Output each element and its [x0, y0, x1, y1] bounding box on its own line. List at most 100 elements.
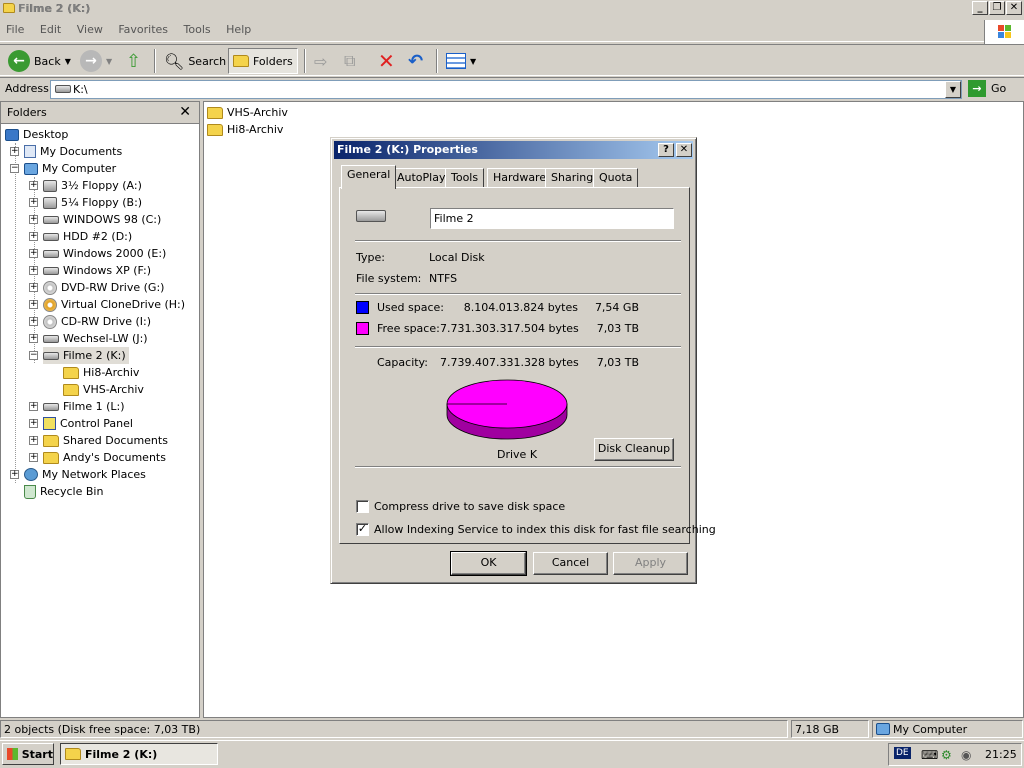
volume-icon[interactable]: ◉	[961, 748, 971, 762]
tree-item-my-computer[interactable]: My Computer	[24, 160, 116, 177]
tree-item-hi8-archiv[interactable]: Hi8-Archiv	[63, 364, 139, 381]
tree-item-my-documents[interactable]: My Documents	[24, 143, 122, 160]
maximize-button[interactable]: ❐	[989, 1, 1005, 15]
start-button[interactable]: Start	[2, 743, 54, 765]
expand-icon[interactable]: +	[29, 402, 38, 411]
taskbar-item-filme2[interactable]: Filme 2 (K:)	[60, 743, 218, 765]
expand-icon[interactable]: +	[10, 470, 19, 479]
expand-icon[interactable]: +	[29, 283, 38, 292]
menu-file[interactable]: File	[0, 20, 30, 36]
tab-sharing[interactable]: Sharing	[545, 168, 600, 188]
language-indicator[interactable]: DE	[894, 747, 911, 759]
cancel-button[interactable]: Cancel	[533, 552, 608, 575]
search-button[interactable]: 🔍︎ Search	[160, 48, 230, 74]
tree-item-drive-h[interactable]: Virtual CloneDrive (H:)	[43, 296, 185, 313]
menu-edit[interactable]: Edit	[34, 20, 67, 36]
expand-icon[interactable]: +	[29, 419, 38, 428]
address-dropdown-button[interactable]: ▼	[945, 81, 961, 98]
folders-pane-title: Folders	[7, 106, 47, 119]
tree-item-floppy-b[interactable]: 5¼ Floppy (B:)	[43, 194, 142, 211]
expand-icon[interactable]: +	[29, 215, 38, 224]
tree-item-desktop[interactable]: Desktop	[5, 126, 68, 143]
menu-favorites[interactable]: Favorites	[112, 20, 174, 36]
expand-icon[interactable]: +	[10, 147, 19, 156]
address-input[interactable]: K:\ ▼	[50, 80, 962, 99]
network-tray-icon[interactable]: ⚙	[941, 748, 952, 762]
tab-hardware[interactable]: Hardware	[487, 168, 553, 188]
divider	[355, 466, 681, 468]
close-pane-icon[interactable]: ✕	[179, 104, 191, 120]
apply-button[interactable]: Apply	[613, 552, 688, 575]
tree-item-drive-e[interactable]: Windows 2000 (E:)	[43, 245, 166, 262]
tab-autoplay[interactable]: AutoPlay	[391, 168, 452, 188]
tree-item-andys-documents[interactable]: Andy's Documents	[43, 449, 166, 466]
tab-tools[interactable]: Tools	[445, 168, 485, 188]
drive-name-input[interactable]	[430, 208, 674, 229]
expand-icon[interactable]: +	[29, 436, 38, 445]
expand-icon[interactable]: +	[29, 453, 38, 462]
tree-item-drive-l[interactable]: Filme 1 (L:)	[43, 398, 125, 415]
tree-item-drive-c[interactable]: WINDOWS 98 (C:)	[43, 211, 161, 228]
tree-label: Recycle Bin	[40, 485, 104, 498]
tree-item-floppy-a[interactable]: 3½ Floppy (A:)	[43, 177, 142, 194]
chevron-down-icon: ▼	[106, 56, 113, 66]
expand-icon[interactable]: +	[29, 334, 38, 343]
go-button[interactable]: → Go	[968, 80, 1006, 97]
copy-to-button[interactable]: ⧉	[340, 48, 359, 74]
folder-icon	[43, 451, 59, 464]
file-label: Hi8-Archiv	[227, 123, 284, 136]
expand-icon[interactable]: +	[29, 181, 38, 190]
tree-item-drive-i[interactable]: CD-RW Drive (I:)	[43, 313, 151, 330]
folders-button[interactable]: Folders	[228, 48, 298, 74]
tree-item-drive-j[interactable]: Wechsel-LW (J:)	[43, 330, 148, 347]
capacity-label: Capacity:	[377, 356, 428, 369]
tree-item-control-panel[interactable]: Control Panel	[43, 415, 133, 432]
menu-view[interactable]: View	[71, 20, 109, 36]
file-item-hi8-archiv[interactable]: Hi8-Archiv	[207, 121, 283, 138]
menu-tools[interactable]: Tools	[178, 20, 217, 36]
tree-item-vhs-archiv[interactable]: VHS-Archiv	[63, 381, 144, 398]
clock[interactable]: 21:25	[985, 748, 1017, 761]
tab-general[interactable]: General	[341, 165, 397, 189]
drive-icon	[356, 210, 386, 222]
help-button[interactable]: ?	[658, 143, 674, 157]
expand-icon[interactable]: +	[29, 266, 38, 275]
tree-item-drive-d[interactable]: HDD #2 (D:)	[43, 228, 132, 245]
tree-item-recycle-bin[interactable]: Recycle Bin	[24, 483, 103, 500]
file-item-vhs-archiv[interactable]: VHS-Archiv	[207, 104, 288, 121]
free-space-size: 7,03 TB	[596, 322, 639, 335]
my-computer-icon	[876, 723, 890, 735]
general-tab-panel: Type: Local Disk File system: NTFS Used …	[339, 187, 716, 544]
menu-help[interactable]: Help	[220, 20, 257, 36]
delete-button[interactable]: ✕	[374, 48, 399, 74]
tree-item-drive-g[interactable]: DVD-RW Drive (G:)	[43, 279, 164, 296]
views-button[interactable]: ▼	[442, 48, 480, 74]
up-button[interactable]: ⇧	[122, 48, 145, 74]
tree-item-my-network-places[interactable]: My Network Places	[24, 466, 146, 483]
expand-icon[interactable]: +	[29, 198, 38, 207]
indexing-checkbox[interactable]: ✓	[356, 523, 369, 536]
back-button[interactable]: ← Back ▼	[4, 48, 75, 74]
expand-icon[interactable]: +	[29, 317, 38, 326]
tree-item-drive-f[interactable]: Windows XP (F:)	[43, 262, 151, 279]
keyboard-icon[interactable]: ⌨	[921, 748, 938, 762]
close-button[interactable]: ✕	[1006, 1, 1022, 15]
dialog-close-button[interactable]: ✕	[676, 143, 692, 157]
tree-item-shared-documents[interactable]: Shared Documents	[43, 432, 168, 449]
undo-button[interactable]: ↶	[404, 48, 427, 74]
forward-button[interactable]: → ▼	[76, 48, 116, 74]
minimize-button[interactable]: _	[972, 1, 988, 15]
compress-checkbox[interactable]	[356, 500, 369, 513]
ok-button[interactable]: OK	[450, 551, 527, 576]
folder-tree: Desktop + My Documents − My Computer + 3…	[1, 125, 199, 717]
expand-icon[interactable]: +	[29, 232, 38, 241]
folders-label: Folders	[253, 54, 293, 68]
collapse-icon[interactable]: −	[29, 351, 38, 360]
tree-item-drive-k[interactable]: Filme 2 (K:)	[43, 347, 129, 364]
collapse-icon[interactable]: −	[10, 164, 19, 173]
disk-cleanup-button[interactable]: Disk Cleanup	[594, 438, 674, 461]
expand-icon[interactable]: +	[29, 300, 38, 309]
tab-quota[interactable]: Quota	[593, 168, 639, 188]
expand-icon[interactable]: +	[29, 249, 38, 258]
move-to-button[interactable]: ⇨	[310, 48, 331, 74]
